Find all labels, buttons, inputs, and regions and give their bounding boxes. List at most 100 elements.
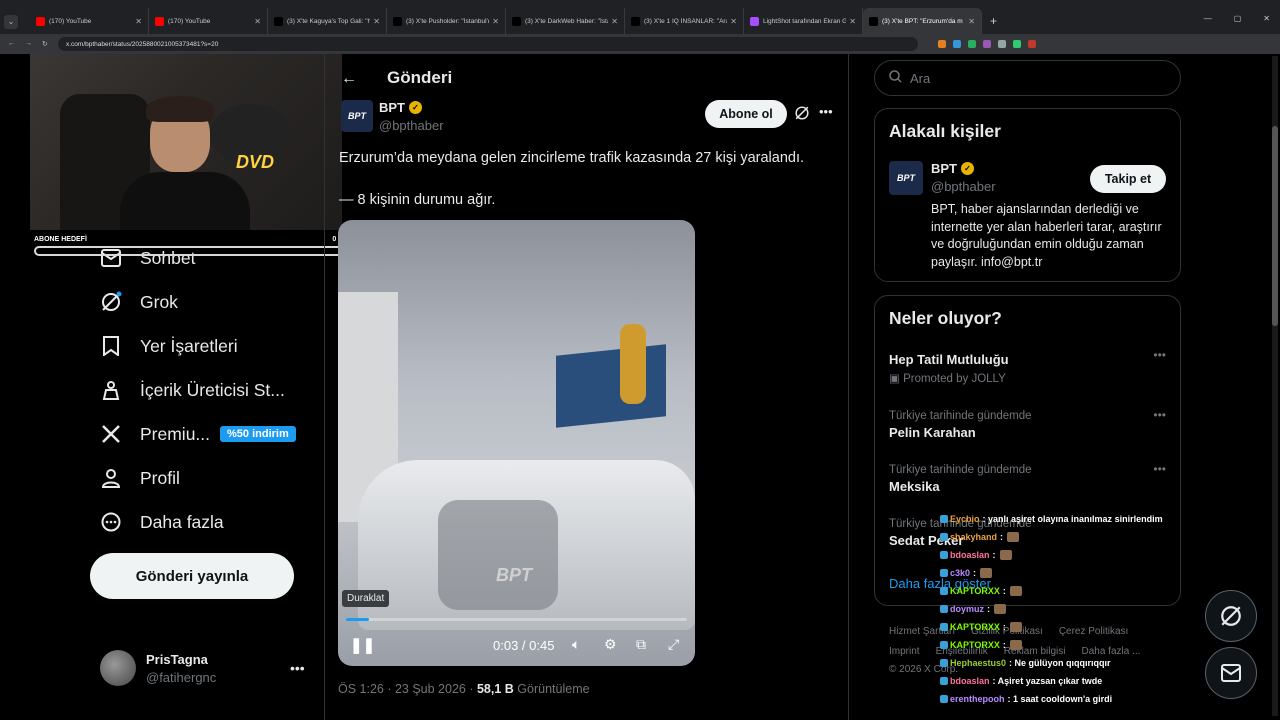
chat-username[interactable]: Eycbio: [950, 514, 980, 524]
picture-in-picture-icon[interactable]: ⧉: [636, 636, 646, 653]
search-input[interactable]: Ara: [874, 60, 1181, 96]
minimize-icon[interactable]: —: [1204, 14, 1212, 23]
tab-title: (3) X'te Kaguya's Top Gali: "http:: [287, 17, 370, 25]
close-tab-icon[interactable]: ✕: [611, 17, 618, 26]
close-tab-icon[interactable]: ✕: [492, 17, 499, 26]
extension-icon[interactable]: [953, 40, 961, 48]
related-name[interactable]: BPT: [931, 161, 957, 176]
tab-title: (170) YouTube: [49, 17, 92, 25]
close-tab-icon[interactable]: ✕: [849, 17, 856, 26]
sidebar-item-profile[interactable]: Profil: [100, 467, 180, 489]
chat-emote-icon: [1009, 622, 1022, 632]
extension-icon[interactable]: [1028, 40, 1036, 48]
settings-gear-icon[interactable]: ⚙︎: [604, 636, 617, 653]
sidebar-item-premium[interactable]: Premiu... %50 indirim: [100, 423, 296, 445]
sidebar-item-grok[interactable]: Grok: [100, 291, 178, 313]
post-timestamp[interactable]: ÖS 1:26 · 23 Şub 2026 ·: [338, 682, 477, 696]
chat-emote-icon: [994, 604, 1007, 614]
close-tab-icon[interactable]: ✕: [373, 17, 380, 26]
chat-username[interactable]: shakyhand: [950, 532, 997, 542]
browser-tab[interactable]: (3) X'te DarkWeb Haber: "İstanb✕: [506, 8, 625, 34]
chat-username[interactable]: KAPTORXX: [950, 622, 1000, 632]
close-tab-icon[interactable]: ✕: [135, 17, 142, 26]
browser-tab[interactable]: LightShot tarafından Ekran Görü✕: [744, 8, 863, 34]
author-name[interactable]: BPT: [379, 100, 405, 115]
chat-username[interactable]: KAPTORXX: [950, 640, 1000, 650]
tab-search-icon[interactable]: ⌄: [4, 15, 18, 29]
pause-icon[interactable]: ❚❚: [350, 636, 375, 654]
reload-icon[interactable]: ↻: [42, 40, 48, 48]
chat-message: KAPTORXX:: [940, 618, 1180, 636]
sidebar-item-more[interactable]: Daha fazla: [100, 511, 224, 533]
chat-badge-icon: [940, 605, 948, 613]
browser-tab[interactable]: (3) X'te Kaguya's Top Gali: "http:✕: [268, 8, 387, 34]
trend-name: Pelin Karahan: [889, 425, 976, 440]
close-tab-icon[interactable]: ✕: [968, 17, 975, 26]
chat-badge-icon: [940, 677, 948, 685]
trend-item[interactable]: Türkiye tarihinde gündemde Meksika: [889, 464, 1032, 494]
account-switcher[interactable]: PrisTagna @fatihergnc: [100, 650, 216, 686]
trend-item[interactable]: Türkiye tarihinde gündemde Pelin Karahan: [889, 410, 1032, 440]
account-more-icon[interactable]: •••: [290, 660, 305, 676]
back-arrow-icon[interactable]: ←: [341, 70, 357, 88]
page-scrollbar[interactable]: [1272, 56, 1278, 716]
browser-tab[interactable]: (3) X'te Pusholder: "İstanbul'da ✕: [387, 8, 506, 34]
tab-title: (3) X'te 1 IQ İNSANLAR: "Araba: [644, 17, 728, 25]
extension-icon[interactable]: [938, 40, 946, 48]
sidebar-item-creator-studio[interactable]: İçerik Üreticisi St...: [100, 379, 285, 401]
follow-button[interactable]: Takip et: [1090, 165, 1166, 193]
maximize-icon[interactable]: ▢: [1234, 14, 1242, 23]
trend-more-icon[interactable]: •••: [1153, 348, 1166, 362]
browser-tab[interactable]: (3) X'te 1 IQ İNSANLAR: "Araba ✕: [625, 8, 744, 34]
footer-link[interactable]: Imprint: [889, 646, 920, 657]
messages-fab-button[interactable]: [1205, 647, 1257, 699]
url-input[interactable]: x.com/bpthaber/status/202588002100537348…: [58, 37, 918, 51]
extension-icon[interactable]: [983, 40, 991, 48]
chat-username[interactable]: bdoaslan: [950, 676, 990, 686]
subscriber-goal: ABONE HEDEFİ 0 / 1: [34, 236, 346, 243]
post-author[interactable]: BPT BPT ✓ @bpthaber: [341, 100, 444, 133]
author-avatar[interactable]: BPT: [341, 100, 373, 132]
close-tab-icon[interactable]: ✕: [254, 17, 261, 26]
grok-fab-button[interactable]: [1205, 590, 1257, 642]
sidebar-item-bookmarks[interactable]: Yer İşaretleri: [100, 335, 238, 357]
chat-username[interactable]: erenthepooh: [950, 694, 1005, 704]
scrollbar-thumb[interactable]: [1272, 126, 1278, 326]
close-window-icon[interactable]: ✕: [1263, 14, 1270, 23]
chat-username[interactable]: Hephaestus0: [950, 658, 1006, 668]
video-player[interactable]: BPT Duraklat ❚❚ 0:03 / 0:45 🔈︎ ⚙︎ ⧉ ⤢: [338, 220, 695, 666]
forward-nav-icon[interactable]: →: [25, 40, 32, 48]
related-avatar[interactable]: BPT: [889, 161, 923, 195]
left-sidebar: Sohbet Grok Yer İşaretleri İçerik Üretic…: [30, 54, 346, 720]
chat-username[interactable]: KAPTORXX: [950, 586, 1000, 596]
chat-username[interactable]: c3k0: [950, 568, 970, 578]
post-button[interactable]: Gönderi yayınla: [90, 553, 294, 599]
chat-username[interactable]: bdoaslan: [950, 550, 990, 560]
youtube-icon: [36, 16, 45, 26]
trend-more-icon[interactable]: •••: [1153, 462, 1166, 476]
goal-progress-bar: [34, 246, 346, 256]
close-tab-icon[interactable]: ✕: [730, 17, 737, 26]
chat-username[interactable]: doymuz: [950, 604, 984, 614]
video-progress-bar[interactable]: [346, 618, 687, 621]
chat-text: :: [1000, 532, 1004, 542]
extension-icon[interactable]: [998, 40, 1006, 48]
chat-badge-icon: [940, 515, 948, 523]
browser-tab[interactable]: (170) YouTube ✕: [30, 8, 149, 34]
subscribe-button[interactable]: Abone ol: [705, 100, 787, 128]
post-more-icon[interactable]: •••: [819, 104, 833, 119]
fullscreen-icon[interactable]: ⤢: [668, 636, 679, 653]
new-tab-button[interactable]: +: [990, 14, 997, 28]
grok-icon[interactable]: [794, 105, 810, 124]
back-nav-icon[interactable]: ←: [8, 40, 15, 48]
trend-more-icon[interactable]: •••: [1153, 408, 1166, 422]
extension-icon[interactable]: [1013, 40, 1021, 48]
trend-item[interactable]: Hep Tatil Mutluluğu ▣ Promoted by JOLLY: [889, 352, 1009, 385]
extension-icon[interactable]: [968, 40, 976, 48]
browser-tab[interactable]: (170) YouTube ✕: [149, 8, 268, 34]
volume-icon[interactable]: 🔈︎: [572, 636, 580, 653]
chat-message: Eycbio: yanlı aşiret olayına inanılmaz s…: [940, 510, 1180, 528]
tab-title: (3) X'te BPT: "Erzurum'da m: [882, 17, 963, 25]
related-account[interactable]: BPT BPT ✓ @bpthaber: [889, 161, 996, 195]
browser-tab[interactable]: (3) X'te BPT: "Erzurum'da m ✕: [863, 8, 982, 34]
